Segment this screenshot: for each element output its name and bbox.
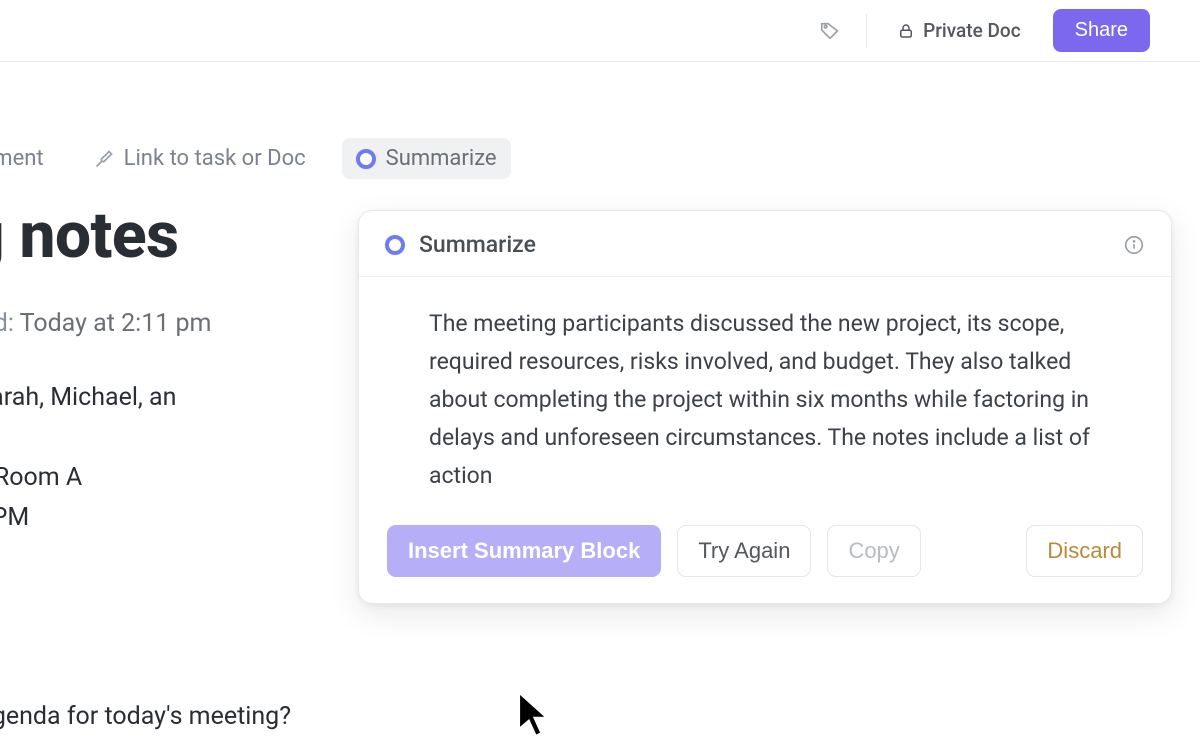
popover-body: The meeting participants discussed the n… <box>359 277 1171 519</box>
summarize-tool[interactable]: Summarize <box>342 138 511 179</box>
summarize-popover: Summarize The meeting participants discu… <box>358 210 1172 604</box>
updated-label: Last Updated: <box>0 309 14 338</box>
lock-icon <box>897 22 915 40</box>
share-button[interactable]: Share <box>1053 9 1150 52</box>
popover-header: Summarize <box>359 211 1171 277</box>
insert-summary-button[interactable]: Insert Summary Block <box>387 525 661 577</box>
summarize-label: Summarize <box>386 146 497 171</box>
ai-icon <box>385 235 405 255</box>
copy-button[interactable]: Copy <box>827 525 920 577</box>
cursor-icon <box>516 690 550 740</box>
conversation-line[interactable]: what's the agenda for today's meeting? <box>0 702 500 731</box>
link-icon <box>94 149 114 169</box>
privacy-toggle[interactable]: Private Doc <box>883 11 1035 50</box>
tag-icon <box>819 20 841 42</box>
topbar: Private Doc Share <box>0 0 1200 62</box>
info-icon-button[interactable] <box>1123 234 1145 256</box>
try-again-button[interactable]: Try Again <box>677 525 811 577</box>
popover-actions: Insert Summary Block Try Again Copy Disc… <box>359 519 1171 603</box>
section-heading: rsation <box>0 616 500 656</box>
popover-title-group: Summarize <box>385 231 536 258</box>
divider <box>866 14 867 48</box>
doc-toolbar: mment Link to task or Doc Summarize <box>0 138 511 179</box>
ai-icon <box>356 149 376 169</box>
popover-title: Summarize <box>419 231 536 258</box>
participants-value: John, Sarah, Michael, an <box>0 383 176 412</box>
tag-icon-button[interactable] <box>810 11 850 51</box>
info-icon <box>1123 234 1145 256</box>
comment-tool[interactable]: mment <box>0 138 58 179</box>
link-label: Link to task or Doc <box>124 146 306 171</box>
link-tool[interactable]: Link to task or Doc <box>80 138 320 179</box>
updated-value: Today at 2:11 pm <box>20 309 212 338</box>
privacy-label: Private Doc <box>923 19 1021 42</box>
discard-button[interactable]: Discard <box>1026 525 1143 577</box>
comment-label: mment <box>0 146 44 171</box>
